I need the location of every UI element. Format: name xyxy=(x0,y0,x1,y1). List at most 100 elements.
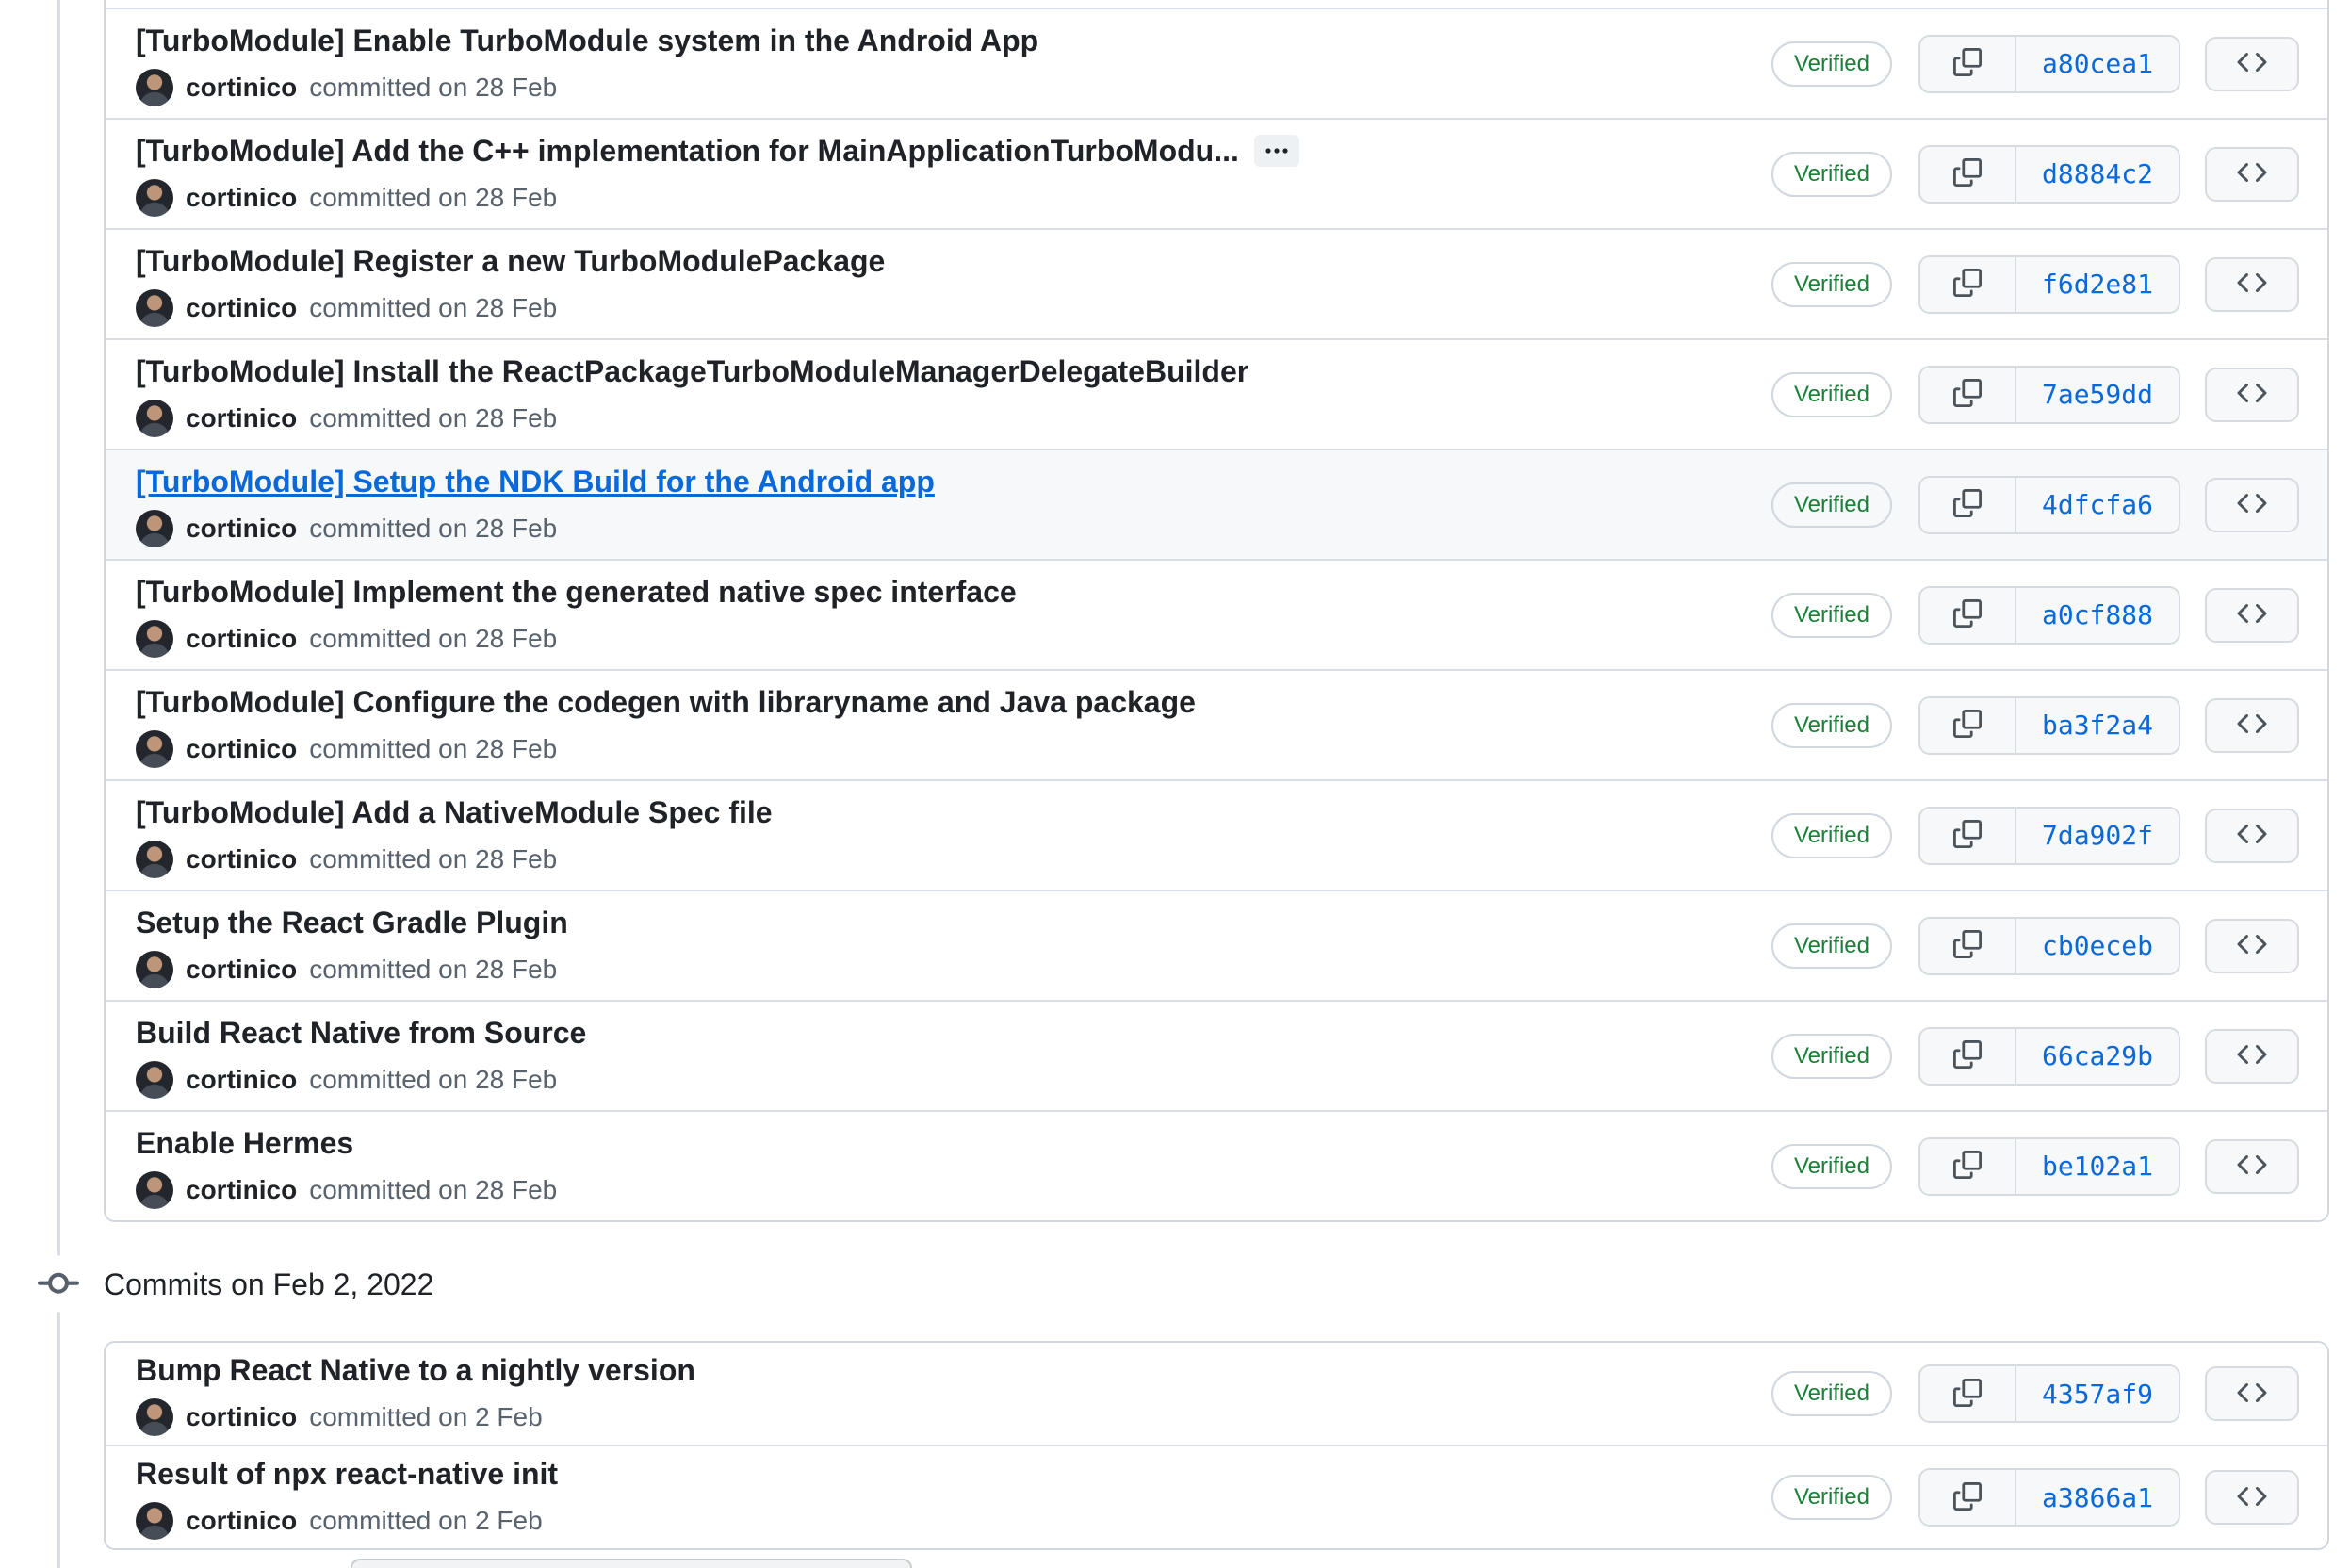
copy-sha-button[interactable] xyxy=(1920,256,2016,312)
author-link[interactable]: cortinico xyxy=(186,620,297,658)
avatar[interactable] xyxy=(136,68,173,106)
browse-code-button[interactable] xyxy=(2205,697,2299,753)
commit-title-line: Bump React Native to a nightly version xyxy=(136,1351,1771,1389)
commit-title-link[interactable]: Enable Hermes xyxy=(136,1124,353,1162)
verified-badge[interactable]: Verified xyxy=(1771,482,1892,528)
commit-title-link[interactable]: [TurboModule] Configure the codegen with… xyxy=(136,683,1196,721)
commit-date-text: committed on 28 Feb xyxy=(309,1174,558,1204)
avatar[interactable] xyxy=(136,1060,173,1099)
avatar[interactable] xyxy=(136,1398,173,1436)
author-link[interactable]: cortinico xyxy=(186,289,297,327)
author-link[interactable]: cortinico xyxy=(186,1171,297,1209)
commit-sha-link[interactable]: a0cf888 xyxy=(2016,587,2179,643)
commit-sha-link[interactable]: 66ca29b xyxy=(2016,1028,2179,1084)
commit-title-link[interactable]: [TurboModule] Setup the NDK Build for th… xyxy=(136,463,935,500)
avatar[interactable] xyxy=(136,950,173,988)
commit-sha-link[interactable]: d8884c2 xyxy=(2016,146,2179,202)
commit-sha-link[interactable]: a80cea1 xyxy=(2016,36,2179,91)
copy-sha-button[interactable] xyxy=(1920,1028,2016,1084)
commit-row: Result of npx react-native init cortinic… xyxy=(106,1445,2327,1548)
commit-sha-link[interactable]: 4dfcfa6 xyxy=(2016,477,2179,532)
commit-title-link[interactable]: [TurboModule] Enable TurboModule system … xyxy=(136,22,1038,59)
verified-badge[interactable]: Verified xyxy=(1771,151,1892,197)
verified-badge[interactable]: Verified xyxy=(1771,923,1892,969)
verified-badge[interactable]: Verified xyxy=(1771,812,1892,858)
avatar[interactable] xyxy=(136,1170,173,1209)
commit-title-link[interactable]: Setup the React Gradle Plugin xyxy=(136,904,568,941)
browse-code-button[interactable] xyxy=(2205,367,2299,422)
verified-badge[interactable]: Verified xyxy=(1771,41,1892,87)
copy-sha-button[interactable] xyxy=(1920,1138,2016,1194)
author-link[interactable]: cortinico xyxy=(186,1398,297,1436)
commit-sha-link[interactable]: a3866a1 xyxy=(2016,1470,2179,1525)
browse-code-button[interactable] xyxy=(2205,918,2299,973)
copy-sha-button[interactable] xyxy=(1920,146,2016,202)
avatar[interactable] xyxy=(136,399,173,437)
commit-sha-link[interactable]: 7da902f xyxy=(2016,808,2179,863)
browse-code-button[interactable] xyxy=(2205,36,2299,91)
commit-meta: cortinico committed on 28 Feb xyxy=(136,1060,1771,1099)
commit-row: Setup the React Gradle Plugin cortinico … xyxy=(106,890,2327,1000)
verified-badge[interactable]: Verified xyxy=(1771,1033,1892,1079)
commit-sha-link[interactable]: cb0eceb xyxy=(2016,918,2179,973)
commit-title-link[interactable]: [TurboModule] Add a NativeModule Spec fi… xyxy=(136,793,773,831)
browse-code-button[interactable] xyxy=(2205,1138,2299,1194)
commit-sha-link[interactable]: f6d2e81 xyxy=(2016,256,2179,312)
copy-sha-button[interactable] xyxy=(1920,1470,2016,1525)
copy-sha-button[interactable] xyxy=(1920,36,2016,91)
author-link[interactable]: cortinico xyxy=(186,951,297,988)
author-link[interactable]: cortinico xyxy=(186,730,297,768)
avatar[interactable] xyxy=(136,729,173,768)
verified-badge[interactable]: Verified xyxy=(1771,1143,1892,1189)
verified-badge[interactable]: Verified xyxy=(1771,261,1892,307)
copy-sha-button[interactable] xyxy=(1920,587,2016,643)
commit-meta: cortinico committed on 28 Feb xyxy=(136,509,1771,547)
browse-code-button[interactable] xyxy=(2205,477,2299,532)
commit-title-link[interactable]: Build React Native from Source xyxy=(136,1014,586,1052)
author-link[interactable]: cortinico xyxy=(186,1502,297,1540)
commit-title-link[interactable]: Result of npx react-native init xyxy=(136,1455,558,1493)
browse-code-button[interactable] xyxy=(2205,1028,2299,1084)
author-link[interactable]: cortinico xyxy=(186,69,297,106)
verified-badge[interactable]: Verified xyxy=(1771,592,1892,638)
author-link[interactable]: cortinico xyxy=(186,510,297,547)
verified-badge[interactable]: Verified xyxy=(1771,702,1892,748)
verified-badge[interactable]: Verified xyxy=(1771,1475,1892,1520)
verified-badge[interactable]: Verified xyxy=(1771,1371,1892,1416)
avatar[interactable] xyxy=(136,178,173,217)
avatar[interactable] xyxy=(136,288,173,327)
commit-title-link[interactable]: [TurboModule] Install the ReactPackageTu… xyxy=(136,352,1248,390)
copy-sha-button[interactable] xyxy=(1920,477,2016,532)
avatar[interactable] xyxy=(136,1502,173,1540)
commit-sha-link[interactable]: ba3f2a4 xyxy=(2016,697,2179,753)
verified-badge[interactable]: Verified xyxy=(1771,371,1892,417)
commit-message-expander-button[interactable] xyxy=(1253,134,1299,167)
commit-sha-link[interactable]: be102a1 xyxy=(2016,1138,2179,1194)
avatar[interactable] xyxy=(136,840,173,878)
copy-sha-button[interactable] xyxy=(1920,1366,2016,1421)
author-link[interactable]: cortinico xyxy=(186,1061,297,1099)
browse-code-button[interactable] xyxy=(2205,587,2299,643)
author-link[interactable]: cortinico xyxy=(186,400,297,437)
copy-sha-button[interactable] xyxy=(1920,808,2016,863)
commit-title-link[interactable]: [TurboModule] Implement the generated na… xyxy=(136,573,1017,611)
commit-title-link[interactable]: [TurboModule] Register a new TurboModule… xyxy=(136,242,885,280)
sha-button-group: be102a1 xyxy=(1918,1136,2180,1196)
browse-code-button[interactable] xyxy=(2205,808,2299,863)
browse-code-button[interactable] xyxy=(2205,256,2299,312)
git-commit-icon xyxy=(35,1255,82,1313)
author-link[interactable]: cortinico xyxy=(186,841,297,878)
commit-sha-link[interactable]: 4357af9 xyxy=(2016,1366,2179,1421)
browse-code-button[interactable] xyxy=(2205,1470,2299,1525)
avatar[interactable] xyxy=(136,509,173,547)
copy-sha-button[interactable] xyxy=(1920,367,2016,422)
browse-code-button[interactable] xyxy=(2205,146,2299,202)
commit-sha-link[interactable]: 7ae59dd xyxy=(2016,367,2179,422)
avatar[interactable] xyxy=(136,619,173,658)
commit-title-link[interactable]: Bump React Native to a nightly version xyxy=(136,1351,695,1389)
commit-title-link[interactable]: [TurboModule] Add the C++ implementation… xyxy=(136,132,1239,170)
copy-sha-button[interactable] xyxy=(1920,918,2016,973)
copy-sha-button[interactable] xyxy=(1920,697,2016,753)
author-link[interactable]: cortinico xyxy=(186,179,297,217)
browse-code-button[interactable] xyxy=(2205,1366,2299,1421)
